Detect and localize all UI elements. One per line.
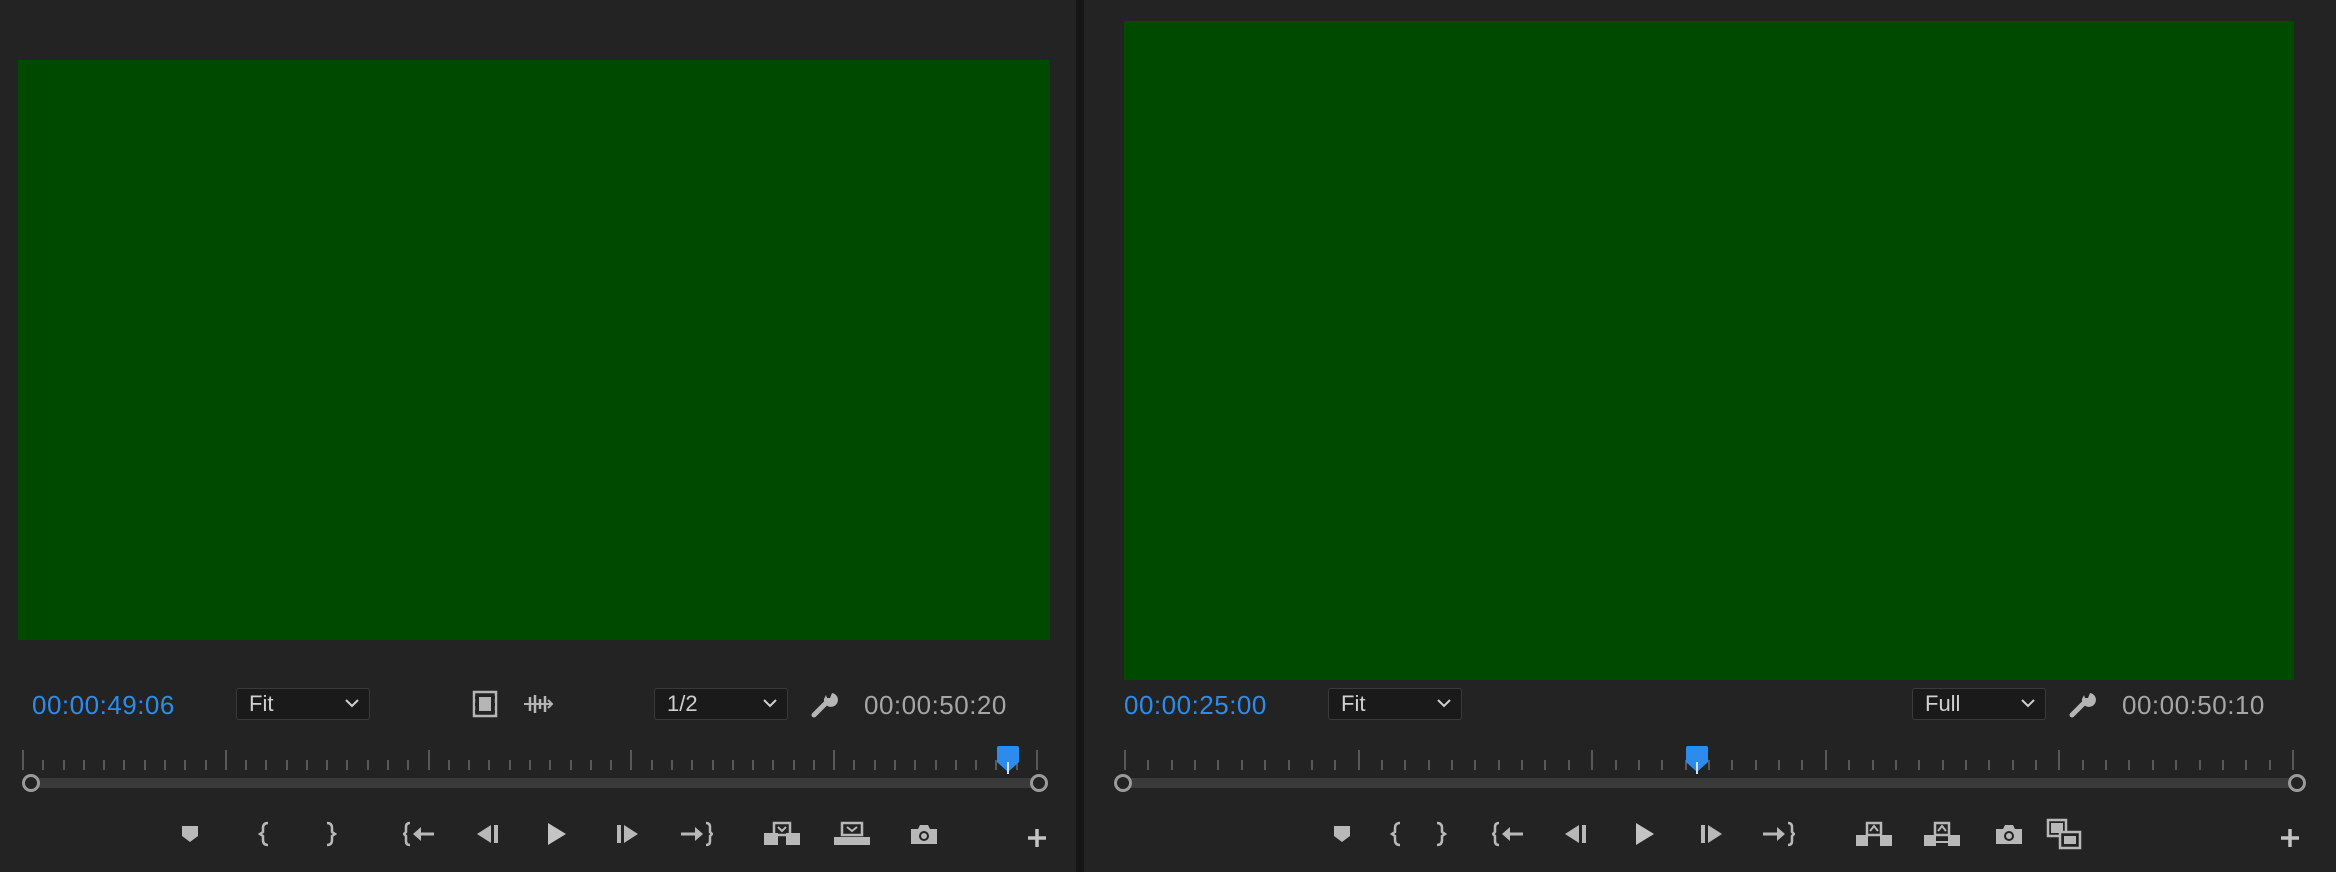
mark-in-button[interactable] [245,816,285,852]
play-button[interactable] [536,816,576,852]
wrench-icon[interactable] [2068,689,2098,719]
mark-out-icon [1436,821,1447,847]
wrench-icon[interactable] [810,689,840,719]
mark-out-button[interactable] [310,816,350,852]
mark-in-button[interactable] [1377,816,1417,852]
add-marker-button[interactable] [1322,816,1362,852]
step-back-button[interactable] [1555,816,1595,852]
extract-icon [1924,821,1960,846]
chevron-down-icon [2021,699,2035,708]
plus-icon [2281,829,2299,847]
step-forward-button[interactable] [1692,816,1732,852]
program-resolution-dropdown[interactable]: Full [1912,688,2046,720]
step-forward-icon [1701,825,1722,843]
export-frame-button[interactable] [904,816,944,852]
comparison-view-icon [2046,818,2082,850]
source-resolution-dropdown[interactable]: 1/2 [654,688,788,720]
marker-icon [182,826,198,842]
step-forward-button[interactable] [608,816,648,852]
source-video-frame[interactable] [18,60,1050,640]
camera-icon [1996,825,2022,844]
program-current-timecode[interactable]: 00:00:25:00 [1124,690,1267,721]
source-zoom-value: Fit [249,691,274,716]
lift-icon [1856,821,1892,846]
source-resolution-value: 1/2 [667,691,698,716]
mark-out-icon [326,821,337,847]
export-frame-button[interactable] [1989,816,2029,852]
source-duration-timecode: 00:00:50:20 [864,690,1007,720]
marker-icon [1334,826,1350,842]
go-to-in-button[interactable] [1489,816,1529,852]
source-scrollbar-end-handle[interactable] [1030,774,1048,792]
mark-in-icon [258,821,269,847]
source-zoom-dropdown[interactable]: Fit [236,688,370,720]
program-duration-timecode: 00:00:50:10 [2122,690,2265,720]
play-icon [548,823,566,845]
program-scrollbar-start-handle[interactable] [1114,774,1132,792]
drag-audio-only-icon[interactable] [522,693,554,715]
go-to-in-icon [1492,821,1523,847]
source-playhead[interactable] [996,746,1020,774]
go-to-out-icon [1763,821,1795,847]
overwrite-button[interactable] [832,816,872,852]
overwrite-icon [834,821,870,845]
program-scrollbar-end-handle[interactable] [2288,774,2306,792]
extract-button[interactable] [1922,816,1962,852]
chevron-down-icon [763,699,777,708]
go-to-out-button[interactable] [1758,816,1798,852]
step-back-button[interactable] [467,816,507,852]
go-to-in-button[interactable] [400,816,440,852]
program-zoom-dropdown[interactable]: Fit [1328,688,1462,720]
step-forward-icon [617,825,638,843]
play-button[interactable] [1624,816,1664,852]
play-icon [1636,823,1654,845]
program-video-frame[interactable] [1124,21,2294,680]
drag-video-only-icon[interactable] [472,690,498,718]
insert-button[interactable] [762,816,802,852]
program-zoom-scrollbar[interactable] [1126,778,2296,788]
button-editor-add-button[interactable] [1017,820,1057,856]
panel-divider[interactable] [1076,0,1084,872]
program-playhead[interactable] [1685,746,1709,774]
program-zoom-value: Fit [1341,691,1366,716]
step-back-icon [477,825,498,843]
source-scrollbar-start-handle[interactable] [22,774,40,792]
comparison-view-button[interactable] [2044,816,2084,852]
source-zoom-scrollbar[interactable] [24,778,1038,788]
source-current-timecode[interactable]: 00:00:49:06 [32,690,175,721]
insert-icon [764,821,800,845]
go-to-in-icon [403,821,434,847]
chevron-down-icon [345,699,359,708]
program-resolution-value: Full [1925,691,1961,716]
mark-in-icon [1390,821,1401,847]
source-monitor-panel: 00:00:49:06 Fit 1/2 00:00:50:20 [0,0,1076,872]
chevron-down-icon [1437,699,1451,708]
mark-out-button[interactable] [1420,816,1460,852]
plus-icon [1028,829,1046,847]
go-to-out-icon [681,821,713,847]
go-to-out-button[interactable] [676,816,716,852]
button-editor-add-button[interactable] [2270,820,2310,856]
lift-button[interactable] [1854,816,1894,852]
program-monitor-panel: 00:00:25:00 Fit Full 00:00:50:10 [1084,0,2336,872]
camera-icon [911,825,937,844]
step-back-icon [1565,825,1586,843]
add-marker-button[interactable] [170,816,210,852]
source-time-ruler[interactable] [22,746,1038,772]
